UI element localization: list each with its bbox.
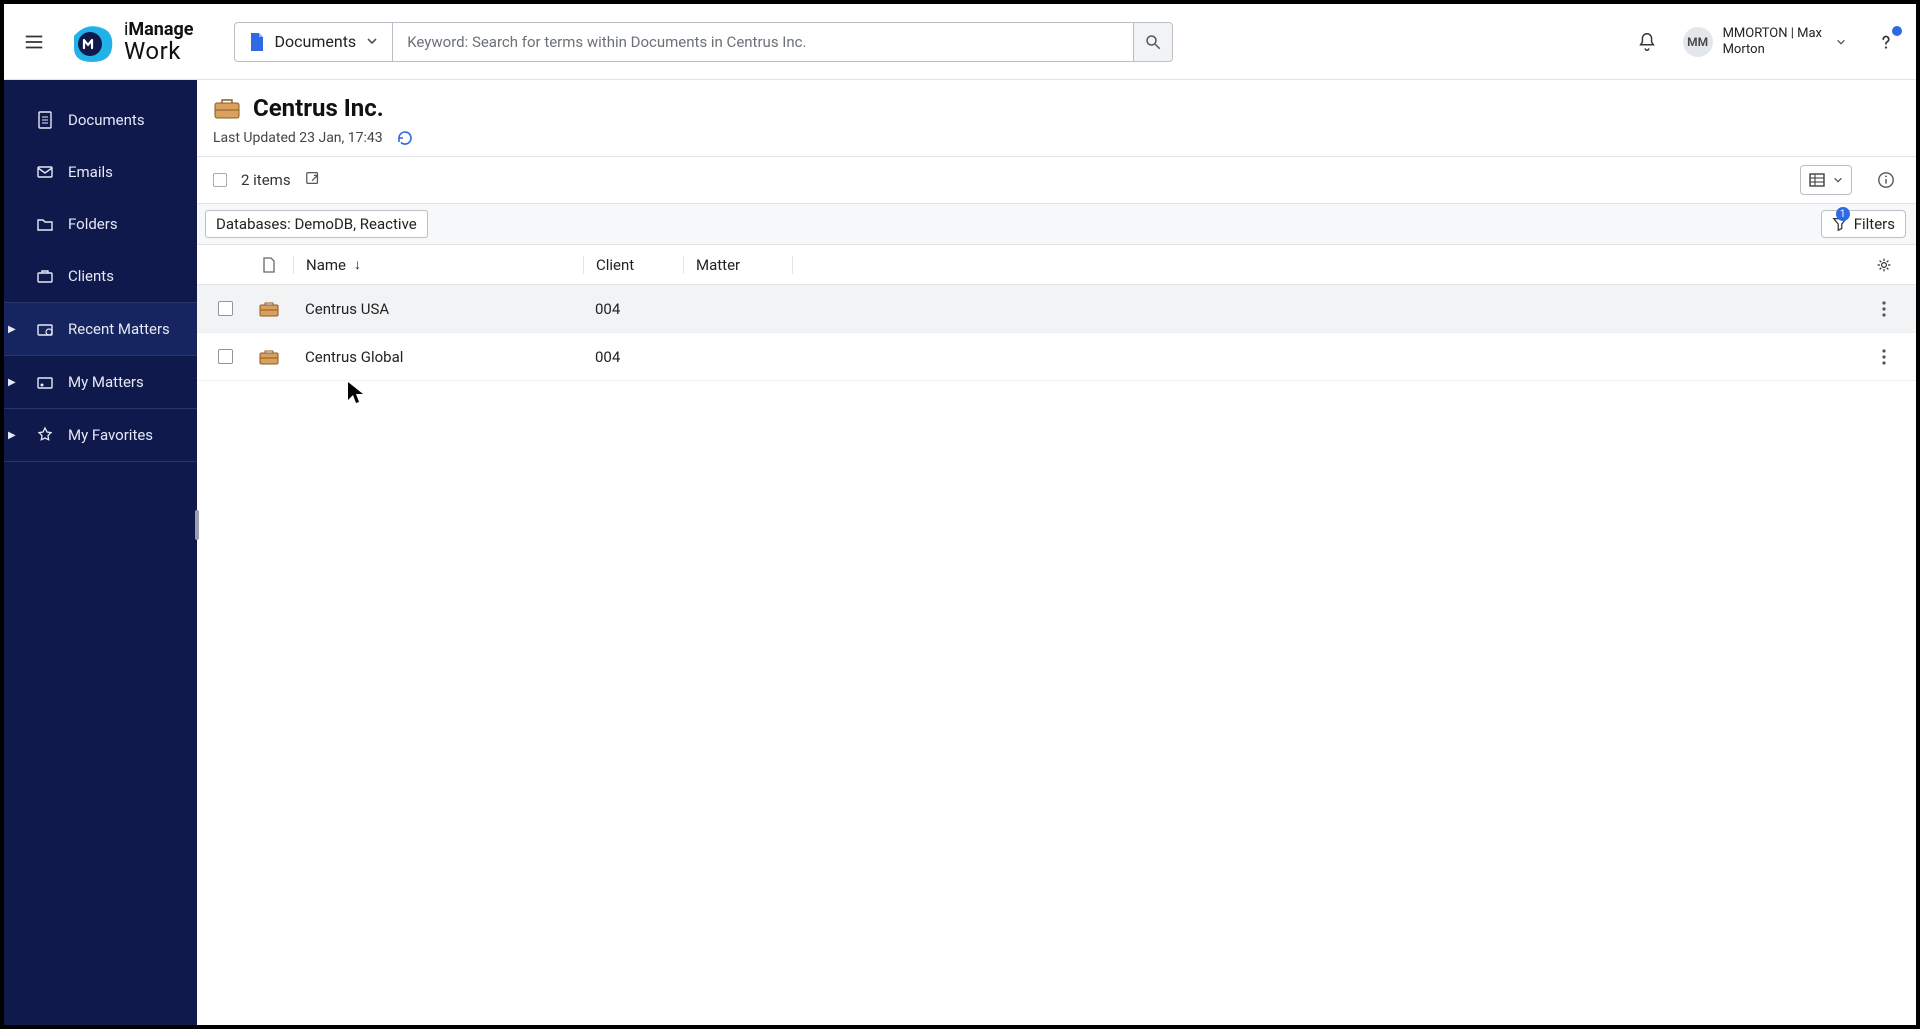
row-type-icon (245, 349, 293, 365)
expand-caret-icon: ▶ (8, 324, 16, 335)
user-name: MMORTON | Max Morton (1723, 26, 1822, 57)
row-type-icon (245, 301, 293, 317)
sidebar-item-label: Documents (68, 111, 145, 129)
view-selector[interactable] (1800, 165, 1852, 195)
table-row[interactable]: Centrus Global 004 (197, 333, 1916, 381)
table-row[interactable]: Centrus USA 004 (197, 285, 1916, 333)
matters-icon (36, 373, 54, 391)
more-vertical-icon (1882, 349, 1886, 365)
chevron-down-icon (366, 32, 378, 51)
table-view-icon (1809, 172, 1825, 188)
sidebar-item-label: My Matters (68, 373, 144, 391)
hamburger-icon (23, 31, 45, 53)
last-updated-text: Last Updated 23 Jan, 17:43 (213, 130, 383, 146)
logo-icon (68, 18, 116, 66)
row-checkbox[interactable] (218, 349, 233, 364)
caret-down-icon (1836, 32, 1846, 51)
row-more-button[interactable] (1868, 301, 1900, 317)
sidebar: Documents Emails Folders Clients (4, 80, 197, 1025)
sidebar-item-clients[interactable]: Clients (4, 250, 197, 302)
chevron-down-icon (1833, 175, 1843, 185)
top-bar: iManage Work Documents (4, 4, 1916, 80)
sidebar-item-documents[interactable]: Documents (4, 94, 197, 146)
column-settings-button[interactable] (1868, 257, 1900, 273)
document-icon (36, 111, 54, 129)
expand-caret-icon: ▶ (8, 377, 16, 388)
row-name: Centrus USA (293, 300, 583, 318)
table-body: Centrus USA 004 Centrus Global 004 (197, 285, 1916, 381)
items-count: 2 items (241, 171, 291, 189)
sidebar-item-label: Recent Matters (68, 320, 170, 338)
search-group: Documents (234, 22, 1174, 62)
help-button[interactable] (1868, 24, 1904, 60)
list-toolbar: 2 items (197, 156, 1916, 203)
document-icon (262, 257, 276, 273)
sidebar-item-folders[interactable]: Folders (4, 198, 197, 250)
sidebar-item-label: Clients (68, 267, 114, 285)
notifications-button[interactable] (1629, 24, 1665, 60)
briefcase-icon (213, 96, 241, 120)
filters-badge: 1 (1836, 207, 1850, 221)
page-title: Centrus Inc. (253, 94, 384, 122)
refresh-icon (395, 128, 415, 148)
sort-descending-icon: ↓ (354, 256, 361, 273)
sidebar-item-label: My Favorites (68, 426, 153, 444)
sidebar-item-my-favorites[interactable]: ▶ My Favorites (4, 409, 197, 461)
export-icon (305, 170, 321, 186)
column-header-matter[interactable]: Matter (683, 256, 793, 274)
column-header-client[interactable]: Client (583, 256, 683, 274)
search-input[interactable] (393, 22, 1133, 62)
user-menu[interactable]: MM MMORTON | Max Morton (1677, 22, 1852, 61)
row-more-button[interactable] (1868, 349, 1900, 365)
sidebar-resize-handle[interactable] (195, 510, 199, 540)
folder-icon (36, 215, 54, 233)
sidebar-item-label: Folders (68, 215, 118, 233)
search-scope-dropdown[interactable]: Documents (234, 22, 394, 62)
export-button[interactable] (305, 170, 321, 190)
search-button[interactable] (1133, 22, 1173, 62)
row-checkbox[interactable] (218, 301, 233, 316)
databases-chip[interactable]: Databases: DemoDB, Reactive (205, 210, 428, 238)
briefcase-icon (36, 267, 54, 285)
filter-bar: Databases: DemoDB, Reactive 1 Filters (197, 203, 1916, 245)
search-scope-label: Documents (275, 32, 357, 51)
info-icon (1877, 171, 1895, 189)
refresh-button[interactable] (395, 128, 415, 148)
sidebar-item-label: Emails (68, 163, 113, 181)
select-all-checkbox[interactable] (213, 173, 227, 187)
bell-icon (1636, 31, 1658, 53)
info-button[interactable] (1872, 166, 1900, 194)
more-vertical-icon (1882, 301, 1886, 317)
main-content: Centrus Inc. Last Updated 23 Jan, 17:43 … (197, 80, 1916, 1025)
user-avatar: MM (1683, 27, 1713, 57)
sidebar-item-emails[interactable]: Emails (4, 146, 197, 198)
column-header-name[interactable]: Name ↓ (293, 256, 583, 274)
search-icon (1144, 33, 1162, 51)
mail-icon (36, 163, 54, 181)
row-name: Centrus Global (293, 348, 583, 366)
row-client: 004 (583, 300, 683, 318)
filters-button[interactable]: 1 Filters (1821, 210, 1906, 238)
notification-dot-icon (1892, 26, 1902, 36)
hamburger-button[interactable] (16, 24, 52, 60)
row-client: 004 (583, 348, 683, 366)
logo-text: iManage Work (124, 21, 194, 63)
gear-icon (1876, 257, 1892, 273)
expand-caret-icon: ▶ (8, 430, 16, 441)
sidebar-item-my-matters[interactable]: ▶ My Matters (4, 356, 197, 408)
filters-label: Filters (1854, 215, 1895, 233)
document-icon (249, 32, 265, 52)
recent-icon (36, 320, 54, 338)
table-header: Name ↓ Client Matter (197, 245, 1916, 285)
page-header: Centrus Inc. Last Updated 23 Jan, 17:43 (197, 80, 1916, 156)
app-logo[interactable]: iManage Work (68, 18, 194, 66)
sidebar-item-recent-matters[interactable]: ▶ Recent Matters (4, 303, 197, 355)
column-type-icon[interactable] (245, 257, 293, 273)
star-icon (36, 426, 54, 444)
